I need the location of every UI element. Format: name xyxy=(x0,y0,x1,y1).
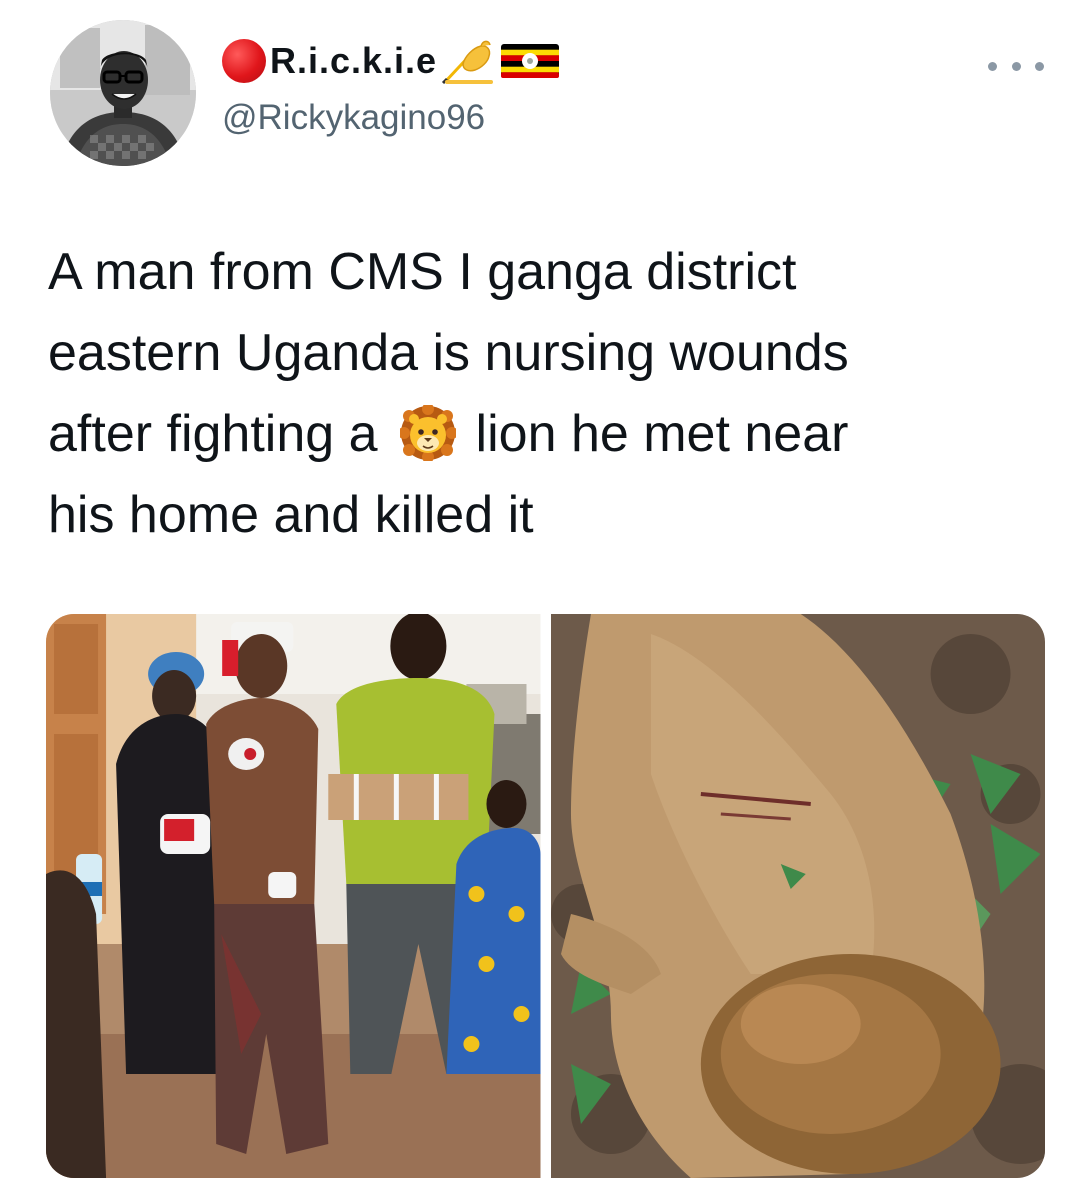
author-name-row[interactable]: R.i.c.k.i.e xyxy=(222,36,560,86)
author-display-name: R.i.c.k.i.e xyxy=(270,40,438,81)
author-handle[interactable]: @Rickykagino96 xyxy=(222,96,485,140)
writing-hand-icon xyxy=(442,40,494,84)
red-circle-icon xyxy=(222,39,266,83)
dead-lion-photo[interactable] xyxy=(550,614,1045,1178)
injured-man-photo[interactable] xyxy=(46,614,541,1178)
tweet-text-line: A man from CMS I ganga district xyxy=(48,243,797,301)
uganda-flag-icon xyxy=(501,44,560,78)
avatar[interactable] xyxy=(50,20,196,166)
tweet-text-line: his home and killed it xyxy=(48,486,534,544)
tweet-text: A man from CMS I ganga district eastern … xyxy=(48,232,1048,556)
more-dot xyxy=(1011,61,1021,71)
injured-man-image xyxy=(46,614,541,1178)
tweet-text-line: eastern Uganda is nursing wounds xyxy=(48,324,849,382)
more-options-icon[interactable] xyxy=(988,48,1044,84)
more-dot xyxy=(988,61,997,71)
tweet-text-segment: lion he met near xyxy=(475,405,849,463)
lion-face-icon xyxy=(399,405,456,461)
dead-lion-image xyxy=(550,614,1045,1178)
tweet: R.i.c.k.i.e @Rickykagino96 A man from CM… xyxy=(0,0,1090,1200)
profile-photo xyxy=(50,20,196,166)
tweet-text-line: after fighting a lion he met near xyxy=(48,394,1048,475)
more-dot xyxy=(1035,61,1044,71)
media-grid xyxy=(46,614,1045,1178)
tweet-text-segment: after fighting a xyxy=(48,405,378,463)
